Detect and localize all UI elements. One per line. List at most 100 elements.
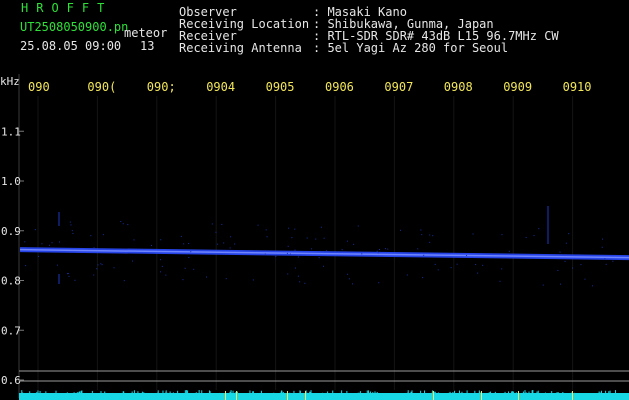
noise-spike <box>166 395 168 398</box>
noise-spike <box>537 395 539 398</box>
noise-spike <box>418 395 420 398</box>
noise-spike <box>94 395 96 398</box>
noise-spike <box>440 395 442 398</box>
spectrogram-plot: kHz 1.1 1.0 0.9 0.8 0.7 0.6 090 090(090; 0904 0905… <box>0 74 629 400</box>
noise-spike <box>486 393 488 398</box>
noise-spike <box>104 391 106 398</box>
noise-spike <box>598 391 600 398</box>
noise-spike <box>346 390 348 398</box>
noise-speckle <box>160 259 162 261</box>
noise-spike <box>609 390 611 398</box>
noise-speckle <box>165 274 167 276</box>
noise-speckle <box>320 226 322 228</box>
noise-speckle <box>102 234 104 236</box>
noise-speckle <box>252 279 254 281</box>
noise-spike <box>232 390 234 398</box>
noise-spike <box>616 393 618 398</box>
noise-speckle <box>183 243 185 245</box>
noise-marker <box>305 391 306 400</box>
noise-speckle <box>542 284 544 286</box>
noise-spike <box>260 390 262 398</box>
noise-speckle <box>378 282 380 284</box>
noise-speckle <box>602 238 604 240</box>
y-axis-unit: kHz <box>0 75 20 88</box>
noise-spike <box>586 394 588 398</box>
noise-speckle <box>90 235 92 237</box>
noise-spike <box>313 394 315 398</box>
noise-marker <box>236 391 237 400</box>
noise-spike <box>431 392 433 398</box>
noise-speckle <box>568 233 570 235</box>
noise-speckle <box>141 252 143 254</box>
noise-spike <box>511 391 513 398</box>
noise-spike <box>53 394 55 398</box>
noise-spike <box>293 390 295 398</box>
noise-speckle <box>533 235 535 237</box>
noise-speckle <box>69 221 71 223</box>
noise-spike <box>250 395 252 398</box>
noise-speckle <box>572 267 574 269</box>
noise-spike <box>87 394 89 398</box>
noise-speckle <box>51 242 53 244</box>
noise-speckle <box>133 239 135 241</box>
noise-speckle <box>96 268 98 270</box>
noise-spike <box>35 394 37 398</box>
noise-speckle <box>67 273 69 275</box>
noise-spike <box>404 395 406 398</box>
noise-spike <box>185 390 187 398</box>
noise-spike <box>367 390 369 398</box>
noise-spike <box>102 394 104 398</box>
noise-speckle <box>604 258 606 260</box>
noise-marker <box>225 391 226 400</box>
noise-spike <box>488 392 490 398</box>
noise-spike <box>202 393 204 398</box>
noise-spike <box>252 391 254 398</box>
noise-speckle <box>215 231 217 233</box>
noise-spike <box>479 391 481 398</box>
noise-spike <box>238 394 240 398</box>
noise-spike <box>391 395 393 398</box>
noise-speckle <box>294 228 296 230</box>
noise-spike <box>621 395 623 398</box>
noise-speckle <box>294 249 296 251</box>
noise-spike <box>143 392 145 398</box>
noise-spike <box>156 393 158 398</box>
noise-speckle <box>557 269 559 271</box>
y-tick-label: 0.6 <box>1 374 21 387</box>
noise-spike <box>372 393 374 398</box>
noise-spike <box>131 391 133 398</box>
noise-spike <box>420 395 422 398</box>
noise-speckle <box>34 229 36 231</box>
noise-speckle <box>429 241 431 243</box>
noise-speckle <box>422 277 424 279</box>
noise-speckle <box>287 273 289 275</box>
noise-spike <box>123 391 125 398</box>
noise-spike <box>506 393 508 398</box>
noise-speckle <box>151 244 153 246</box>
noise-spike <box>512 391 514 398</box>
noise-spike <box>245 394 247 398</box>
noise-spike <box>19 393 21 398</box>
noise-speckle <box>612 260 614 262</box>
noise-spike <box>528 391 530 398</box>
noise-speckle <box>93 274 95 276</box>
noise-spike <box>374 391 376 398</box>
noise-spike <box>77 394 79 398</box>
noise-spike <box>562 391 564 398</box>
noise-spike <box>376 392 378 398</box>
noise-speckle <box>477 272 479 274</box>
noise-speckle <box>306 237 308 239</box>
x-tick-label: 0910 <box>563 80 592 94</box>
noise-spike <box>299 390 301 398</box>
noise-speckle <box>421 234 423 236</box>
noise-spike <box>394 393 396 398</box>
noise-spike <box>36 392 38 398</box>
noise-speckle <box>432 235 434 237</box>
noise-spike <box>434 391 436 398</box>
noise-speckle <box>56 264 58 266</box>
noise-spike <box>155 393 157 398</box>
noise-spike <box>321 392 323 398</box>
noise-speckle <box>297 275 299 277</box>
noise-spike <box>525 392 527 398</box>
noise-spike <box>158 394 160 398</box>
